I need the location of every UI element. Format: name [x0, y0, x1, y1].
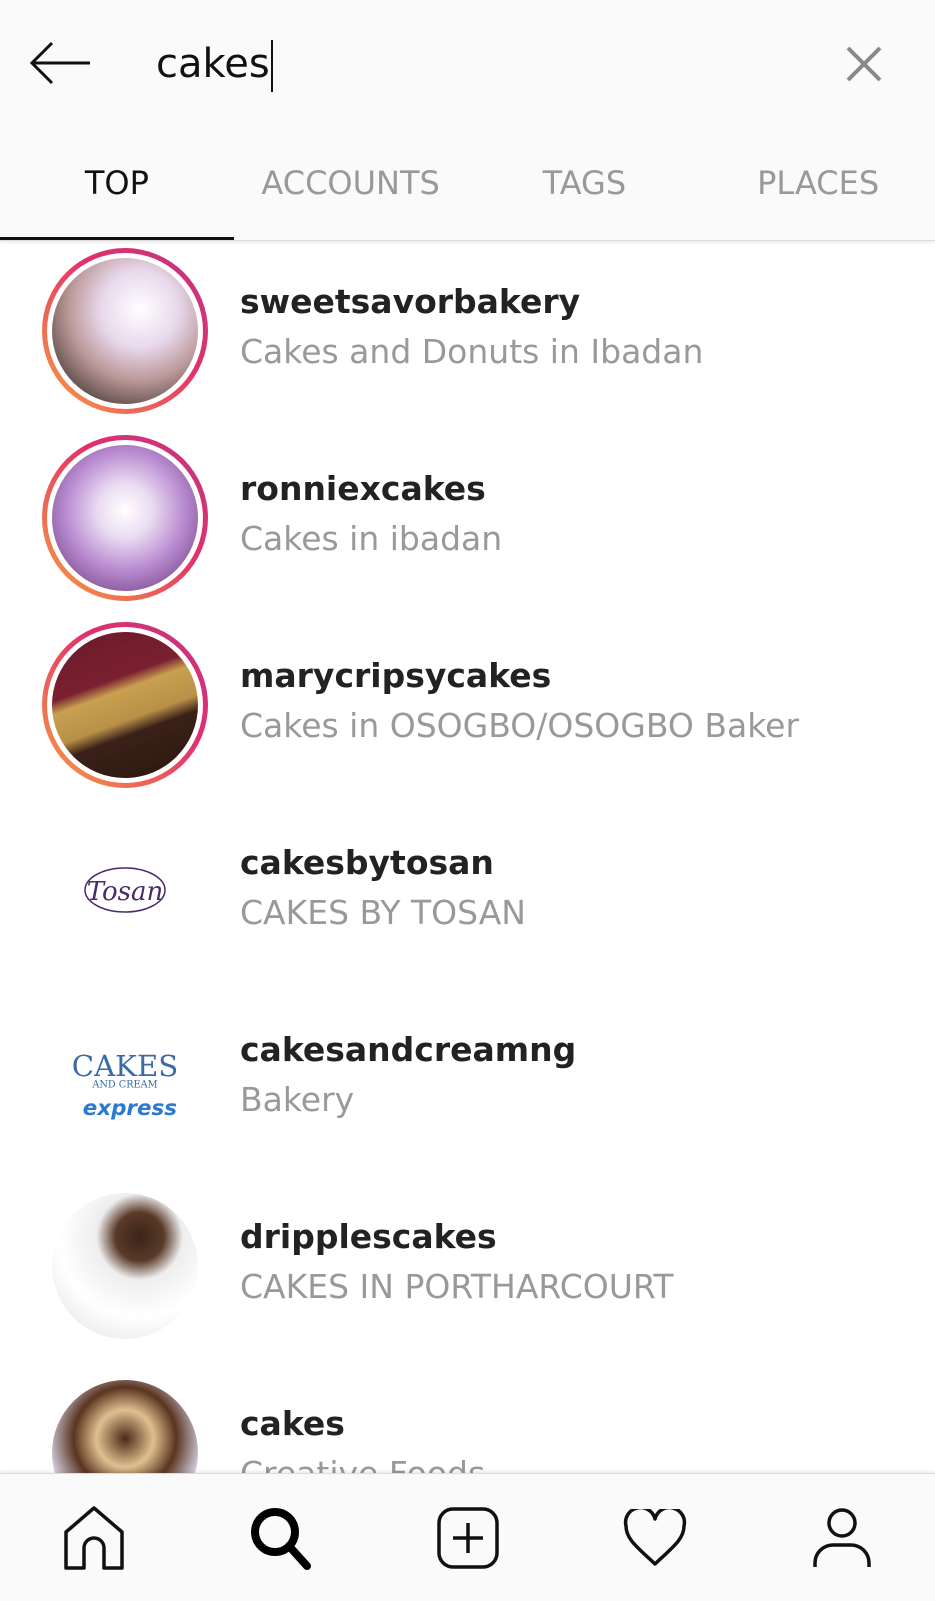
search-tabs: TOP ACCOUNTS TAGS PLACES	[0, 150, 935, 240]
search-icon	[250, 1507, 311, 1570]
subtitle: Cakes in ibadan	[240, 519, 503, 558]
result-item[interactable]: CAKES AND CREAM express cakesandcreamng Ba…	[0, 988, 935, 1175]
username: cakesandcreamng	[240, 1030, 577, 1069]
svg-text:Tosan: Tosan	[87, 877, 164, 907]
subtitle: Cakes in OSOGBO/OSOGBO Baker	[240, 706, 800, 745]
search-input[interactable]: cakes	[156, 36, 756, 92]
avatar	[42, 248, 208, 414]
result-item[interactable]: dripplescakes CAKES IN PORTHARCOURT	[0, 1175, 935, 1362]
result-item[interactable]: ronniexcakes Cakes in ibadan	[0, 427, 935, 614]
arrow-left-icon	[29, 41, 90, 85]
svg-text:express: express	[83, 1096, 177, 1121]
home-icon	[63, 1505, 124, 1570]
subtitle: CAKES IN PORTHARCOURT	[240, 1267, 674, 1306]
avatar: CAKES AND CREAM express	[42, 996, 208, 1162]
username: sweetsavorbakery	[240, 282, 581, 321]
avatar	[42, 622, 208, 788]
clear-search-button[interactable]	[842, 42, 886, 86]
bottom-nav	[0, 1473, 935, 1601]
subtitle: Cakes and Donuts in Ibadan	[240, 332, 704, 371]
avatar	[42, 435, 208, 601]
username: cakes	[240, 1404, 345, 1443]
username: marycripsycakes	[240, 656, 552, 695]
result-item[interactable]: Tosan cakesbytosan CAKES BY TOSAN	[0, 801, 935, 988]
nav-home[interactable]	[54, 1498, 134, 1578]
cakes-and-cream-logo: CAKESAND CREAM express	[72, 1049, 179, 1121]
tab-top[interactable]: TOP	[0, 150, 234, 240]
add-post-icon	[436, 1506, 499, 1569]
subtitle: Bakery	[240, 1080, 355, 1119]
username: cakesbytosan	[240, 843, 494, 882]
nav-search[interactable]	[241, 1498, 321, 1578]
result-item[interactable]: sweetsavorbakery Cakes and Donuts in Iba…	[0, 240, 935, 427]
heart-icon	[623, 1508, 686, 1566]
close-icon	[846, 46, 882, 82]
tosan-logo: Tosan	[84, 867, 166, 913]
avatar	[42, 1183, 208, 1349]
nav-activity[interactable]	[615, 1498, 695, 1578]
search-header: cakes TOP ACCOUNTS TAGS PLACES	[0, 0, 935, 241]
result-item[interactable]: marycripsycakes Cakes in OSOGBO/OSOGBO B…	[0, 614, 935, 801]
nav-new-post[interactable]	[428, 1498, 508, 1578]
profile-icon	[812, 1507, 871, 1567]
tab-places[interactable]: PLACES	[701, 150, 935, 238]
text-caret	[270, 40, 273, 92]
nav-profile[interactable]	[802, 1498, 882, 1578]
username: dripplescakes	[240, 1217, 497, 1256]
avatar: Tosan	[42, 809, 208, 975]
tab-accounts[interactable]: ACCOUNTS	[234, 150, 468, 238]
username: ronniexcakes	[240, 469, 486, 508]
search-query: cakes	[156, 41, 270, 87]
tab-tags[interactable]: TAGS	[468, 150, 702, 238]
svg-text:CAKES: CAKES	[72, 1049, 179, 1083]
svg-text:AND CREAM: AND CREAM	[91, 1080, 157, 1091]
subtitle: CAKES BY TOSAN	[240, 893, 526, 932]
back-button[interactable]	[28, 40, 92, 86]
search-results: sweetsavorbakery Cakes and Donuts in Iba…	[0, 240, 935, 1549]
